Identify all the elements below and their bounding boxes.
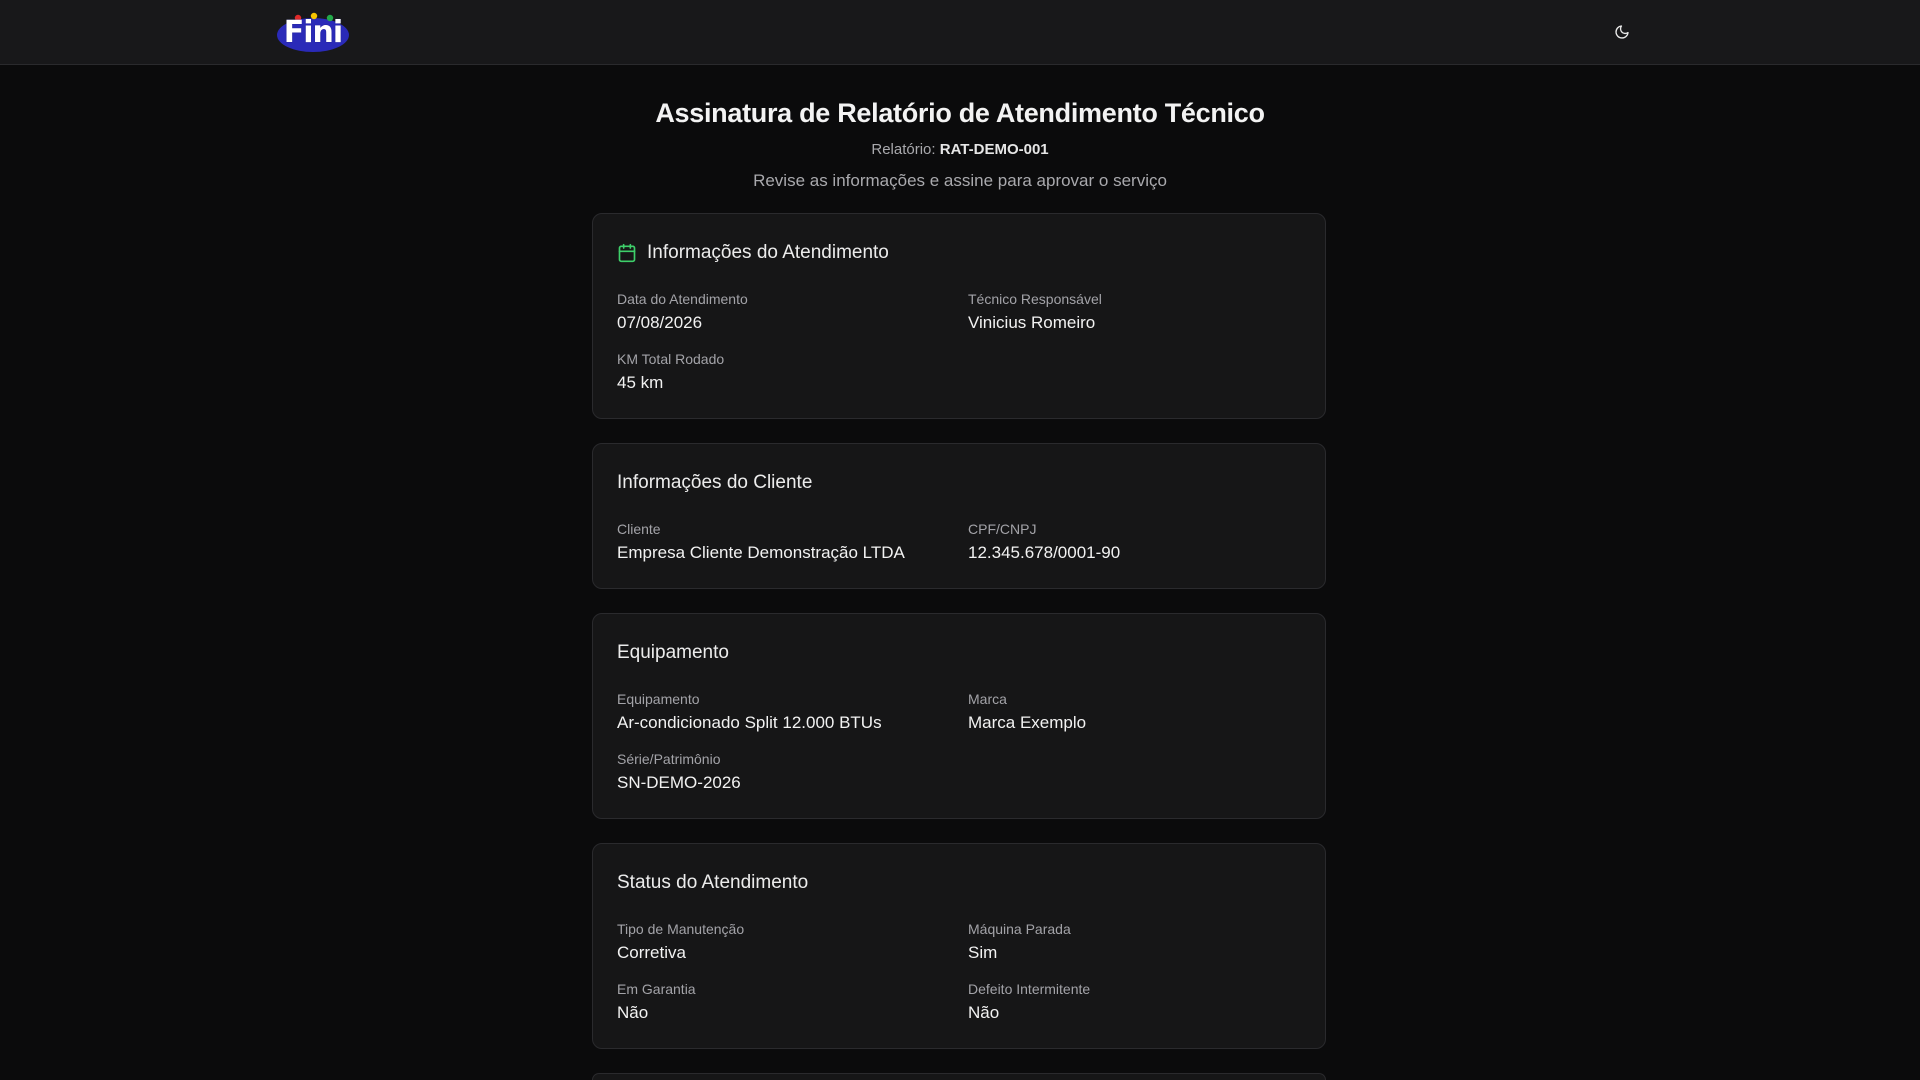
field-label: Cliente — [617, 521, 661, 537]
field-marca: Marca Marca Exemplo — [968, 690, 1086, 734]
field-km-total: KM Total Rodado 45 km — [617, 350, 724, 394]
field-label: Data do Atendimento — [617, 291, 748, 307]
card-title-text: Equipamento — [617, 642, 729, 663]
field-value: Ar-condicionado Split 12.000 BTUs — [617, 713, 882, 732]
field-label: CPF/CNPJ — [968, 521, 1037, 537]
field-value: Corretiva — [617, 943, 686, 962]
field-cliente: Cliente Empresa Cliente Demonstração LTD… — [617, 520, 905, 564]
field-defeito-intermitente: Defeito Intermitente Não — [968, 980, 1090, 1024]
field-serie-patrimonio: Série/Patrimônio SN-DEMO-2026 — [617, 750, 741, 794]
card-title-text: Informações do Cliente — [617, 472, 813, 493]
card-title-text: Status do Atendimento — [617, 872, 809, 893]
field-value: Não — [617, 1003, 649, 1022]
report-code: RAT-DEMO-001 — [939, 141, 1049, 158]
field-em-garantia: Em Garantia Não — [617, 980, 696, 1024]
field-value: Empresa Cliente Demonstração LTDA — [617, 543, 905, 562]
page-subtitle: Revise as informações e assine para apro… — [753, 171, 1167, 190]
field-value: Vinicius Romeiro — [968, 313, 1096, 332]
field-label: Técnico Responsável — [968, 291, 1102, 307]
field-value: Não — [968, 1003, 1000, 1022]
card-cliente: Informações do Cliente Cliente Empresa C… — [592, 443, 1326, 589]
field-label: Defeito Intermitente — [968, 981, 1091, 997]
field-cpf-cnpj: CPF/CNPJ 12.345.678/0001-90 — [968, 520, 1120, 564]
field-value: 12.345.678/0001-90 — [968, 543, 1121, 562]
field-label: Máquina Parada — [968, 921, 1071, 937]
field-value: 07/08/2026 — [617, 313, 703, 332]
card-cliente-title: Informações do Cliente — [617, 470, 812, 496]
top-bar: Fini — [0, 0, 1920, 65]
field-tecnico-responsavel: Técnico Responsável Vinicius Romeiro — [968, 290, 1102, 334]
calendar-icon — [618, 243, 636, 263]
card-status-title: Status do Atendimento — [617, 870, 808, 896]
report-id-line: Relatório: RAT-DEMO-001 — [0, 140, 1920, 160]
field-label: Em Garantia — [617, 981, 696, 997]
moon-icon — [1615, 25, 1629, 39]
field-maquina-parada: Máquina Parada Sim — [968, 920, 1071, 964]
field-label: Tipo de Manutenção — [617, 921, 745, 937]
card-title-text: Informações do Atendimento — [647, 242, 889, 263]
card-atendimento-title: Informações do Atendimento — [617, 240, 889, 266]
field-equipamento: Equipamento Ar-condicionado Split 12.000… — [617, 690, 882, 734]
field-value: Marca Exemplo — [968, 713, 1087, 732]
field-value: Sim — [968, 943, 998, 962]
theme-toggle-button[interactable] — [1608, 18, 1636, 46]
page-header: Assinatura de Relatório de Atendimento T… — [0, 96, 1920, 192]
card-atendimento: Informações do Atendimento Data do Atend… — [592, 213, 1326, 419]
card-equipamento: Equipamento Equipamento Ar-condicionado … — [592, 613, 1326, 819]
field-tipo-manutencao: Tipo de Manutenção Corretiva — [617, 920, 744, 964]
page-title: Assinatura de Relatório de Atendimento T… — [655, 98, 1265, 128]
field-value: 45 km — [617, 373, 664, 392]
card-next-partial — [592, 1073, 1326, 1080]
report-label: Relatório: — [871, 141, 936, 158]
field-value: SN-DEMO-2026 — [617, 773, 741, 792]
card-equipamento-title: Equipamento — [617, 640, 729, 666]
field-label: Equipamento — [617, 691, 700, 707]
fini-logo[interactable]: Fini — [276, 11, 350, 53]
field-label: Marca — [968, 691, 1007, 707]
field-label: Série/Patrimônio — [617, 751, 721, 767]
field-label: KM Total Rodado — [617, 351, 725, 367]
logo-wordmark: Fini — [283, 14, 343, 50]
card-status: Status do Atendimento Tipo de Manutenção… — [592, 843, 1326, 1049]
field-data-atendimento: Data do Atendimento 07/08/2026 — [617, 290, 748, 334]
